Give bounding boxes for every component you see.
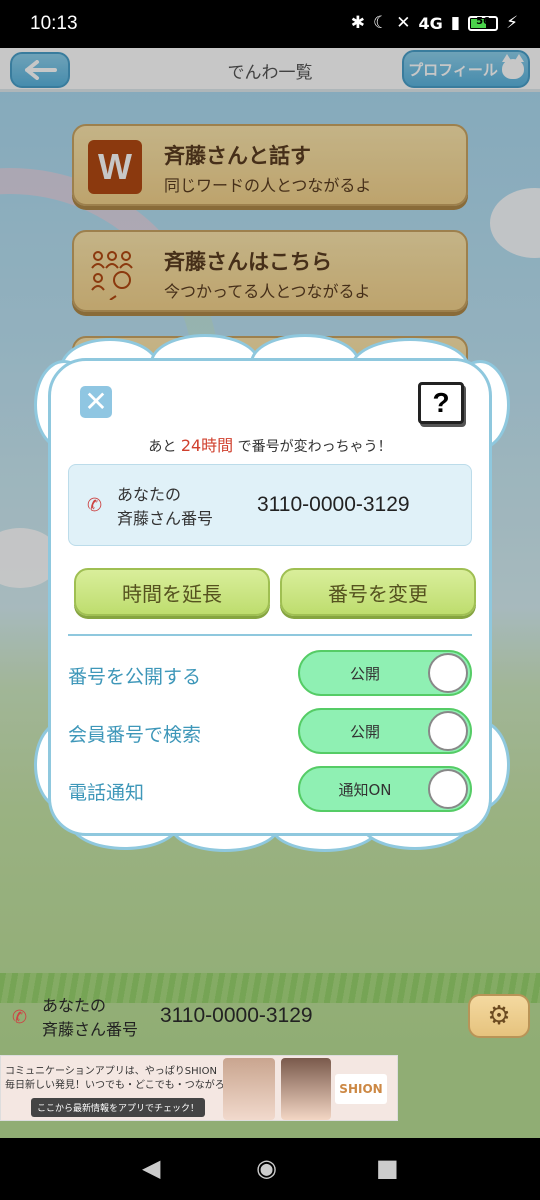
- number-dialog: ✕ ? あと 24時間 で番号が変わっちゃう！ ✆ あなたの 斉藤さん番号 31…: [48, 358, 492, 836]
- toggle-knob: [428, 711, 468, 751]
- bottom-phone-number: 3110-0000-3129: [160, 1004, 313, 1027]
- phone-icon: ✆: [87, 495, 103, 516]
- battery-icon: 56: [468, 15, 499, 31]
- remaining-time-text: あと 24時間 で番号が変わっちゃう！: [148, 436, 392, 455]
- ad-photo: [281, 1058, 331, 1120]
- bottom-number-bar: ✆ あなたの 斉藤さん番号 3110-0000-3129: [0, 980, 540, 1050]
- member-search-toggle[interactable]: 公開: [298, 708, 472, 754]
- number-label: あなたの 斉藤さん番号: [117, 485, 214, 528]
- remaining-hours: 24時間: [180, 436, 234, 455]
- call-notification-toggle[interactable]: 通知ON: [298, 766, 472, 812]
- ad-line-2: 毎日新しい発見！いつでも・どこでも・つながろう！: [5, 1080, 245, 1091]
- recents-square-icon[interactable]: ■: [376, 1154, 399, 1182]
- close-icon: ✕: [84, 385, 108, 418]
- ad-photo: [223, 1058, 275, 1120]
- system-nav-bar: ◀ ◉ ■: [0, 1138, 540, 1200]
- toggle-knob: [428, 653, 468, 693]
- bluetooth-icon: ✱: [350, 13, 365, 33]
- bottom-number-label: あなたの 斉藤さん番号: [42, 996, 139, 1039]
- gear-icon: ⚙: [487, 1001, 511, 1031]
- mute-icon: ✕: [396, 13, 411, 33]
- status-bar: 10:13 ✱ ☾ ✕ 4G ▮ 56 ⚡: [0, 0, 540, 48]
- status-time: 10:13: [30, 13, 78, 34]
- extend-time-button[interactable]: 時間を延長: [74, 568, 270, 616]
- change-number-button[interactable]: 番号を変更: [280, 568, 476, 616]
- setting-row-publish: 番号を公開する 公開: [68, 650, 472, 696]
- number-box: ✆ あなたの 斉藤さん番号 3110-0000-3129: [68, 464, 472, 546]
- setting-row-call-notification: 電話通知 通知ON: [68, 766, 472, 812]
- divider: [68, 634, 472, 636]
- setting-label: 電話通知: [68, 782, 145, 804]
- ad-cta: ここから最新情報をアプリでチェック！: [31, 1098, 206, 1117]
- close-button[interactable]: ✕: [80, 386, 112, 418]
- setting-row-member-search: 会員番号で検索 公開: [68, 708, 472, 754]
- help-button[interactable]: ?: [418, 382, 464, 424]
- charging-icon: ⚡: [506, 13, 518, 33]
- setting-label: 会員番号で検索: [68, 724, 202, 746]
- ad-line-1: コミュニケーションアプリは、やっぱりSHION: [5, 1066, 217, 1077]
- back-triangle-icon[interactable]: ◀: [142, 1154, 160, 1182]
- moon-icon: ☾: [372, 13, 389, 33]
- home-circle-icon[interactable]: ◉: [256, 1154, 277, 1182]
- toggle-knob: [428, 769, 468, 809]
- phone-icon: ✆: [12, 1007, 28, 1028]
- ad-banner[interactable]: コミュニケーションアプリは、やっぱりSHION 毎日新しい発見！いつでも・どこで…: [0, 1055, 398, 1121]
- publish-toggle[interactable]: 公開: [298, 650, 472, 696]
- network-label: 4G: [418, 13, 443, 33]
- status-icons: ✱ ☾ ✕ 4G ▮ 56 ⚡: [351, 13, 518, 33]
- question-icon: ?: [432, 387, 450, 418]
- ad-logo: SHION: [335, 1074, 387, 1104]
- phone-number: 3110-0000-3129: [257, 493, 410, 516]
- settings-button[interactable]: ⚙: [468, 994, 530, 1038]
- signal-icon: ▮: [450, 13, 461, 33]
- setting-label: 番号を公開する: [68, 666, 202, 688]
